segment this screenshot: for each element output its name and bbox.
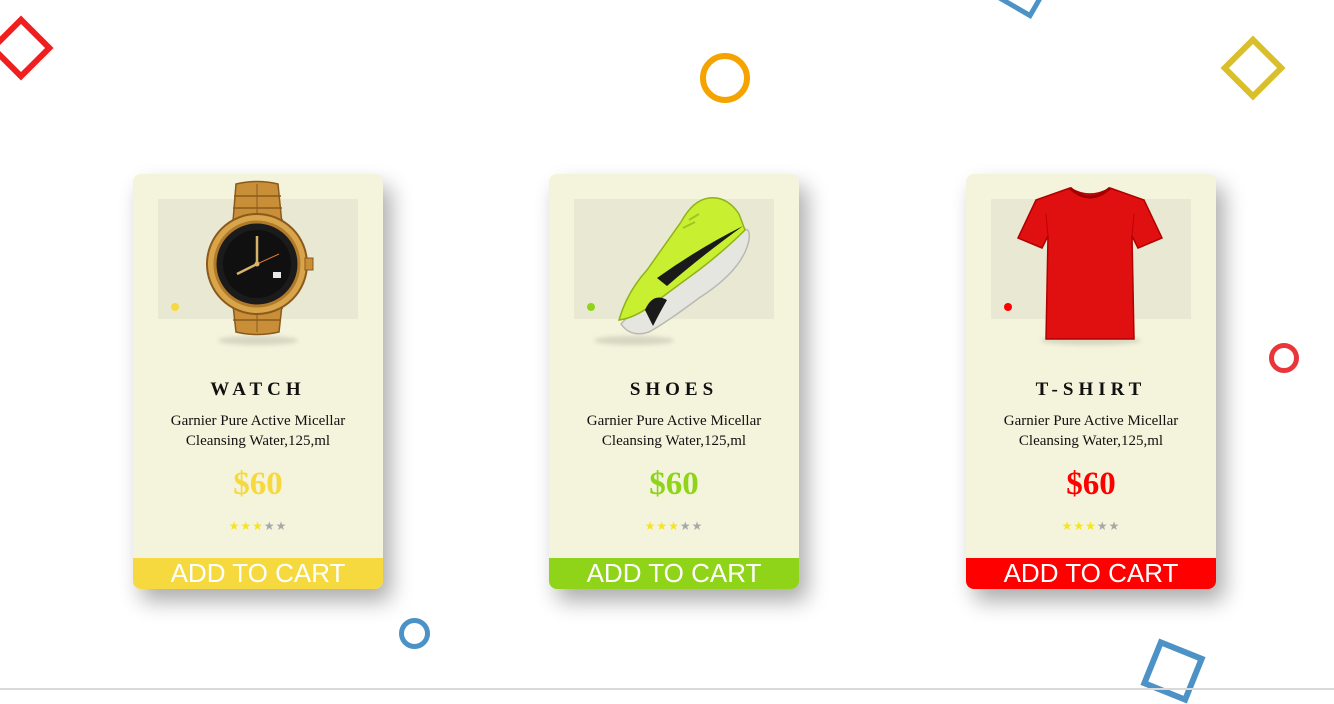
product-price: $60	[1066, 466, 1116, 502]
star-filled-icon: ★	[1061, 519, 1074, 533]
decorative-yellow-diamond	[1220, 35, 1286, 101]
rating-stars: ★★★★★	[133, 519, 383, 534]
decorative-orange-ring	[700, 53, 750, 103]
rating-stars: ★★★★★	[966, 519, 1216, 534]
product-price: $60	[649, 466, 699, 502]
decorative-blue-square-bottom	[1140, 638, 1206, 704]
product-name: T-SHIRT	[1035, 379, 1147, 400]
product-description: Garnier Pure Active Micellar Cleansing W…	[1003, 413, 1179, 449]
add-to-cart-button[interactable]: ADD TO CART	[133, 558, 383, 589]
star-empty-icon: ★	[1108, 519, 1121, 533]
decorative-blue-ring	[399, 618, 430, 649]
product-name: SHOES	[629, 379, 719, 400]
star-filled-icon: ★	[668, 519, 680, 533]
star-empty-icon: ★	[679, 519, 692, 533]
rating-stars: ★★★★★	[549, 519, 799, 534]
decorative-red-ring	[1269, 343, 1299, 373]
product-card-watch: WATCH Garnier Pure Active Micellar Clean…	[133, 174, 383, 589]
product-price: $60	[233, 466, 283, 502]
star-filled-icon: ★	[1085, 519, 1097, 533]
star-empty-icon: ★	[263, 519, 276, 533]
shoe-icon	[617, 197, 751, 335]
product-description: Garnier Pure Active Micellar Cleansing W…	[170, 413, 346, 449]
product-name: WATCH	[210, 379, 306, 400]
star-filled-icon: ★	[656, 519, 669, 533]
add-to-cart-button[interactable]: ADD TO CART	[549, 558, 799, 589]
star-empty-icon: ★	[691, 519, 704, 533]
product-card-shoes: SHOES Garnier Pure Active Micellar Clean…	[549, 174, 799, 589]
decorative-blue-square-top	[998, 0, 1050, 19]
star-filled-icon: ★	[644, 519, 657, 533]
star-filled-icon: ★	[252, 519, 264, 533]
star-filled-icon: ★	[240, 519, 253, 533]
add-to-cart-button[interactable]: ADD TO CART	[966, 558, 1216, 589]
star-empty-icon: ★	[275, 519, 288, 533]
watch-icon	[206, 180, 314, 336]
star-filled-icon: ★	[228, 519, 241, 533]
star-filled-icon: ★	[1073, 519, 1086, 533]
product-card-tshirt: T-SHIRT Garnier Pure Active Micellar Cle…	[966, 174, 1216, 589]
product-description: Garnier Pure Active Micellar Cleansing W…	[586, 413, 762, 449]
tshirt-icon	[1016, 186, 1164, 340]
star-empty-icon: ★	[1096, 519, 1109, 533]
decorative-red-diamond	[0, 15, 54, 81]
